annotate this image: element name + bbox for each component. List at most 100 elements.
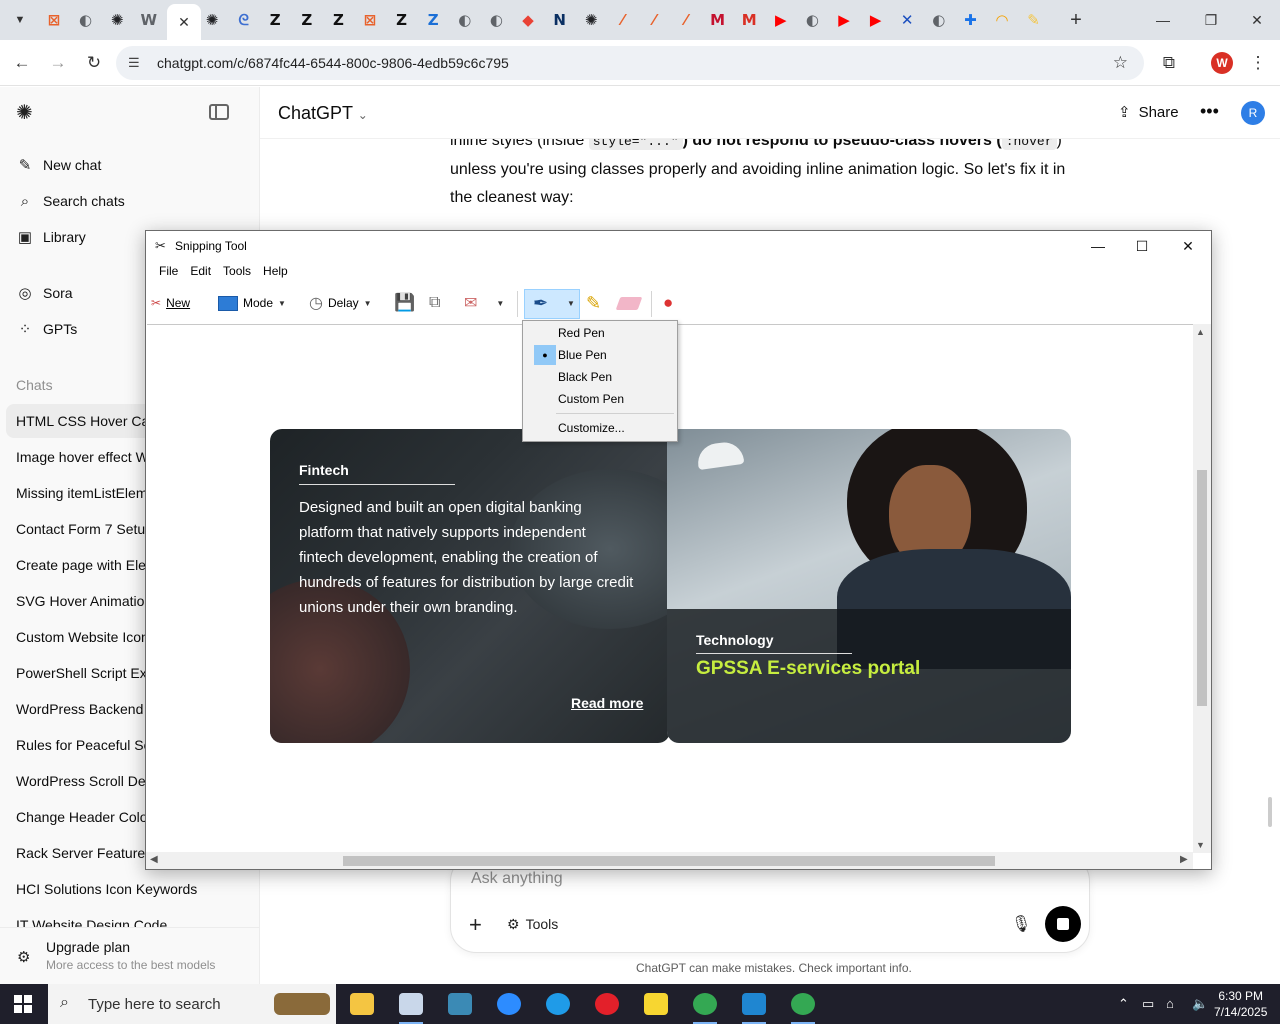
tab-search-chevron-icon[interactable]: ▼ — [8, 8, 32, 32]
browser-tab[interactable]: Z — [263, 8, 287, 32]
more-options-icon[interactable]: ••• — [1200, 101, 1219, 122]
mode-button[interactable]: Mode ▼ — [218, 291, 286, 315]
browser-tab[interactable]: ✺ — [200, 8, 224, 32]
browser-tab[interactable]: N — [548, 8, 572, 32]
tools-button[interactable]: ⚙ Tools — [507, 916, 558, 933]
close-icon[interactable]: ✕ — [178, 14, 190, 31]
bookmark-star-icon[interactable]: ☆ — [1113, 53, 1128, 73]
browser-tab[interactable]: Z — [421, 8, 445, 32]
browser-tab[interactable]: ◠ — [990, 8, 1014, 32]
browser-tab[interactable]: ⊠ — [42, 8, 66, 32]
upgrade-plan-button[interactable]: ⚙ Upgrade plan More access to the best m… — [0, 927, 259, 984]
browser-tab[interactable]: ✎ — [1022, 8, 1046, 32]
browser-tab[interactable]: ᘓ — [232, 8, 256, 32]
vertical-scrollbar[interactable]: ▲ ▼ — [1193, 324, 1211, 853]
send-snip-icon[interactable]: ✉ ▼ — [464, 291, 504, 315]
microphone-icon[interactable]: 🎙 — [1011, 914, 1031, 934]
taskbar-app[interactable] — [587, 988, 627, 1020]
taskbar-app[interactable] — [783, 988, 823, 1024]
browser-tab[interactable]: Z — [295, 8, 319, 32]
address-bar[interactable]: ☰ chatgpt.com/c/6874fc44-6544-800c-9806-… — [116, 46, 1144, 80]
active-tab[interactable]: ✕ — [167, 4, 201, 40]
browser-tab[interactable]: ✺ — [579, 8, 603, 32]
browser-tab[interactable]: ✺ — [105, 8, 129, 32]
highlighter-icon[interactable]: ✎ — [586, 291, 601, 315]
start-button[interactable] — [14, 995, 32, 1013]
horizontal-scrollbar[interactable]: ◀ ▶ — [146, 852, 1193, 869]
taskbar-app[interactable] — [440, 988, 480, 1020]
new-tab-button[interactable]: + — [1064, 8, 1088, 32]
user-avatar[interactable]: R — [1241, 101, 1265, 125]
menu-help[interactable]: Help — [257, 261, 294, 281]
browser-tab[interactable]: ⁄ — [611, 8, 635, 32]
menu-file[interactable]: File — [153, 261, 184, 281]
minimize-button[interactable]: — — [1140, 0, 1186, 40]
restore-button[interactable]: ❐ — [1188, 0, 1234, 40]
taskbar-app[interactable] — [342, 988, 382, 1020]
sidebar-item-search-chats[interactable]: ⌕ Search chats — [16, 189, 125, 213]
minimize-button[interactable]: — — [1078, 235, 1118, 257]
share-button[interactable]: ⇪ Share — [1118, 103, 1179, 122]
browser-tab[interactable]: ⁄ — [642, 8, 666, 32]
save-icon[interactable]: 💾 — [394, 291, 415, 315]
scroll-right-icon[interactable]: ▶ — [1180, 854, 1188, 865]
browser-tab[interactable]: M — [706, 8, 730, 32]
site-info-icon[interactable]: ☰ — [128, 55, 140, 71]
reload-button[interactable]: ↻ — [82, 51, 106, 75]
scrollbar-thumb[interactable] — [343, 856, 995, 866]
back-button[interactable]: ← — [10, 51, 34, 75]
browser-menu-icon[interactable]: ⋮ — [1246, 51, 1270, 75]
paint3d-icon[interactable]: ● — [663, 291, 673, 315]
openai-logo-icon[interactable]: ✺ — [16, 102, 38, 124]
chat-history-item[interactable]: HCI Solutions Icon Keywords — [6, 872, 254, 906]
browser-tab[interactable]: ▶ — [864, 8, 888, 32]
menu-tools[interactable]: Tools — [217, 261, 257, 281]
sidebar-item-sora[interactable]: ◎ Sora — [16, 281, 72, 305]
dropdown-arrow-icon[interactable]: ▼ — [567, 299, 575, 308]
browser-tab[interactable]: ◐ — [74, 8, 98, 32]
browser-tab[interactable]: M — [737, 8, 761, 32]
read-more-link[interactable]: Read more — [571, 695, 643, 711]
close-button[interactable]: ✕ — [1168, 235, 1208, 257]
prompt-input[interactable]: Ask anything — [471, 870, 563, 888]
sidebar-toggle-icon[interactable] — [209, 104, 229, 120]
scrollbar-thumb[interactable] — [1197, 470, 1207, 706]
add-attachment-button[interactable]: + — [469, 912, 482, 938]
taskbar-app[interactable] — [270, 988, 334, 1020]
taskbar-app[interactable] — [538, 988, 578, 1020]
browser-tab[interactable]: ◐ — [453, 8, 477, 32]
browser-tab[interactable]: ▶ — [832, 8, 856, 32]
taskbar-app[interactable] — [489, 988, 529, 1020]
maximize-button[interactable]: ☐ — [1122, 235, 1162, 257]
menu-item-blue-pen[interactable]: Blue Pen — [525, 344, 675, 366]
browser-tab[interactable]: ⊠ — [358, 8, 382, 32]
sidebar-item-gpts[interactable]: ⁘ GPTs — [16, 317, 78, 341]
model-selector[interactable]: ChatGPT ⌄ — [278, 103, 368, 124]
scroll-up-icon[interactable]: ▲ — [1196, 327, 1205, 337]
sidebar-item-new-chat[interactable]: ✎ New chat — [16, 153, 102, 177]
menu-edit[interactable]: Edit — [184, 261, 217, 281]
browser-tab[interactable]: ▶ — [769, 8, 793, 32]
menu-item-customize[interactable]: Customize... — [525, 417, 675, 439]
device-icon[interactable]: ▭ — [1142, 996, 1154, 1012]
extensions-icon[interactable]: ⧉ — [1157, 51, 1181, 75]
menu-item-black-pen[interactable]: Black Pen — [525, 366, 675, 388]
new-snip-button[interactable]: ✂ New — [151, 291, 190, 315]
delay-button[interactable]: ◷ Delay ▼ — [309, 291, 372, 315]
taskbar-clock[interactable]: 6:30 PM 7/14/2025 — [1214, 988, 1267, 1020]
browser-tab[interactable]: Z — [390, 8, 414, 32]
volume-icon[interactable]: 🔈 — [1192, 996, 1208, 1012]
sidebar-item-library[interactable]: ▣ Library — [16, 225, 86, 249]
browser-tab[interactable]: ◐ — [800, 8, 824, 32]
stop-generation-button[interactable] — [1045, 906, 1081, 942]
browser-tab[interactable]: ⁄ — [674, 8, 698, 32]
taskbar-app[interactable] — [636, 988, 676, 1020]
browser-tab[interactable]: Z — [326, 8, 350, 32]
snipping-tool-titlebar[interactable]: ✂ Snipping Tool — ☐ ✕ — [146, 231, 1211, 261]
profile-avatar[interactable]: W — [1211, 52, 1233, 74]
browser-tab[interactable]: ◆ — [516, 8, 540, 32]
network-icon[interactable]: ⌂ — [1166, 996, 1174, 1011]
browser-tab[interactable]: ◐ — [927, 8, 951, 32]
show-hidden-icons-icon[interactable]: ⌃ — [1118, 996, 1129, 1012]
menu-item-custom-pen[interactable]: Custom Pen — [525, 388, 675, 410]
